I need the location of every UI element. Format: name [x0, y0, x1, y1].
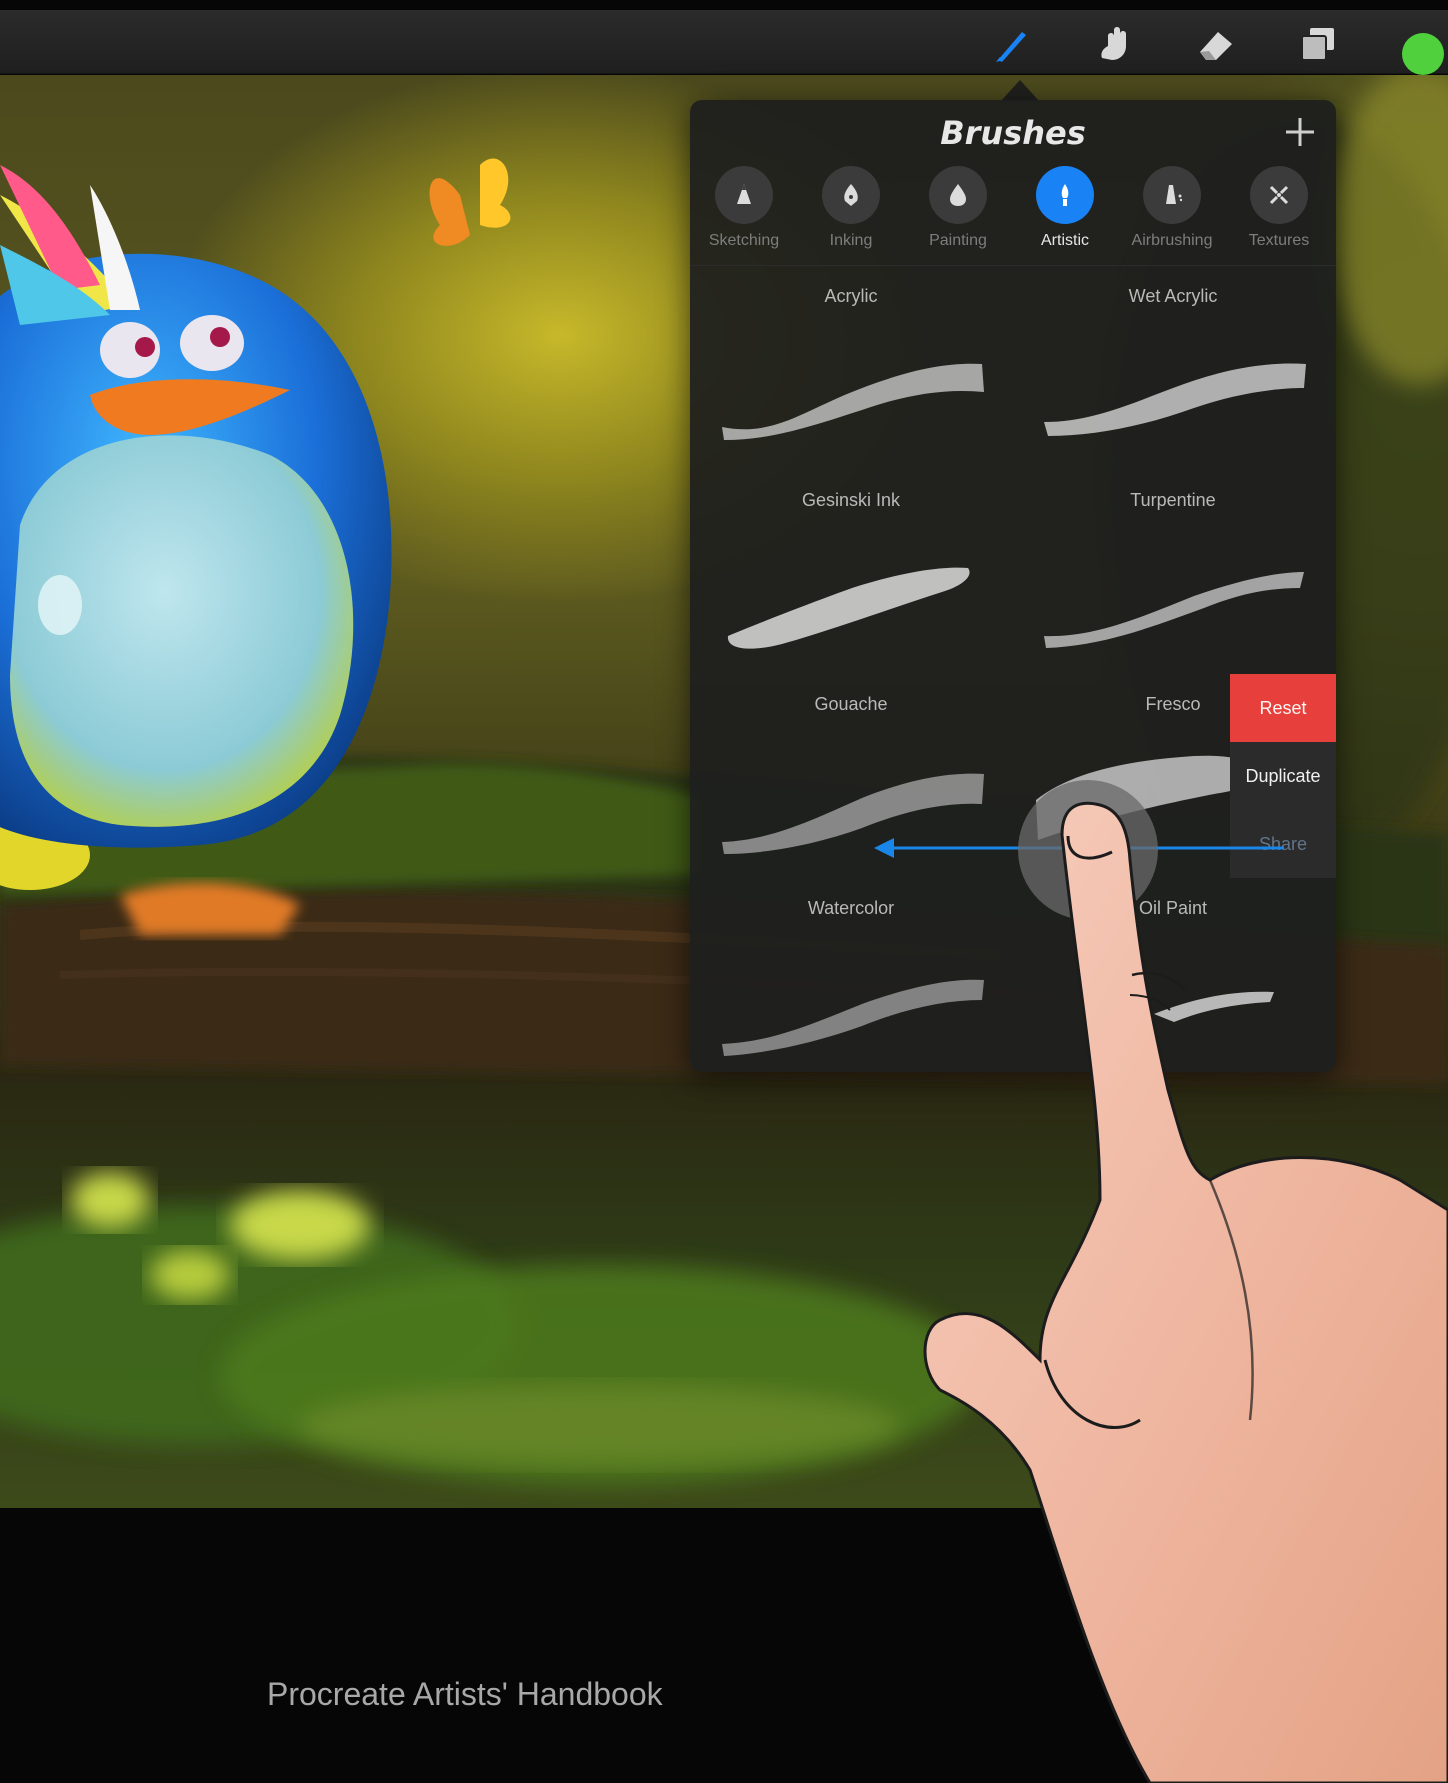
- share-button[interactable]: Share: [1230, 810, 1336, 878]
- category-inking[interactable]: Inking: [803, 166, 899, 250]
- brush-item-turpentine[interactable]: Turpentine: [1012, 470, 1334, 674]
- brush-item-watercolor[interactable]: Watercolor: [690, 878, 1012, 1082]
- brush-item-oil-paint[interactable]: Oil Paint: [1012, 878, 1334, 1082]
- brush-name: Oil Paint: [1138, 898, 1208, 918]
- category-label: Sketching: [708, 232, 780, 249]
- add-brush-button[interactable]: [1282, 114, 1318, 150]
- plus-icon: [1286, 118, 1314, 146]
- category-airbrushing[interactable]: Airbrushing: [1124, 166, 1220, 250]
- category-textures[interactable]: Textures: [1231, 166, 1327, 250]
- brush-stroke-preview: [727, 567, 970, 649]
- smudge-icon[interactable]: [1092, 24, 1136, 64]
- category-artistic[interactable]: Artistic: [1017, 166, 1113, 250]
- category-label: Inking: [829, 232, 873, 249]
- brush-icon[interactable]: [990, 24, 1034, 64]
- reset-button[interactable]: Reset: [1230, 674, 1336, 742]
- brush-stroke-preview: [722, 773, 984, 854]
- brush-item-acrylic[interactable]: Acrylic: [690, 266, 1012, 470]
- brush-name: Gouache: [814, 694, 888, 714]
- brush-name: Wet Acrylic: [1128, 286, 1218, 306]
- brush-item-gesinski-ink[interactable]: Gesinski Ink: [690, 470, 1012, 674]
- book-caption: Procreate Artists' Handbook: [267, 1676, 663, 1712]
- paint-drop-icon: [950, 184, 966, 206]
- artistic-brush-icon: [1061, 184, 1069, 206]
- color-swatch[interactable]: [1402, 33, 1444, 75]
- category-label: Painting: [929, 232, 987, 249]
- brush-item-gouache[interactable]: Gouache: [690, 674, 1012, 878]
- brush-name: Turpentine: [1130, 490, 1216, 510]
- brush-stroke-preview: [1154, 991, 1274, 1022]
- brush-name: Watercolor: [807, 898, 895, 918]
- brush-stroke-preview: [1044, 363, 1306, 436]
- pencil-nib-icon: [737, 184, 751, 204]
- texture-icon: [1269, 185, 1289, 205]
- category-label: Textures: [1248, 232, 1310, 249]
- brush-name: Gesinski Ink: [801, 490, 901, 510]
- brush-swipe-actions: Reset Duplicate Share: [1230, 674, 1336, 878]
- airbrush-icon: [1166, 185, 1183, 204]
- brush-stroke-preview: [722, 979, 984, 1056]
- brushes-panel: Brushes Sketching Inking Painting Artist…: [690, 100, 1336, 1072]
- category-sketching[interactable]: Sketching: [696, 166, 792, 250]
- category-label: Airbrushing: [1131, 232, 1213, 249]
- brush-item-wet-acrylic[interactable]: Wet Acrylic: [1012, 266, 1334, 470]
- top-toolbar: [0, 10, 1448, 75]
- layers-icon[interactable]: [1296, 24, 1340, 64]
- brush-name: Acrylic: [824, 286, 878, 306]
- brush-stroke-preview: [722, 363, 984, 440]
- ink-pen-icon: [844, 184, 858, 206]
- popover-arrow: [1000, 80, 1040, 102]
- panel-title: Brushes: [940, 114, 1086, 152]
- brush-stroke-preview: [1044, 572, 1304, 648]
- category-painting[interactable]: Painting: [910, 166, 1006, 250]
- duplicate-button[interactable]: Duplicate: [1230, 742, 1336, 810]
- eraser-icon[interactable]: [1194, 24, 1238, 64]
- category-label: Artistic: [1041, 232, 1089, 249]
- brush-category-bar: Sketching Inking Painting Artistic Airbr…: [690, 166, 1336, 266]
